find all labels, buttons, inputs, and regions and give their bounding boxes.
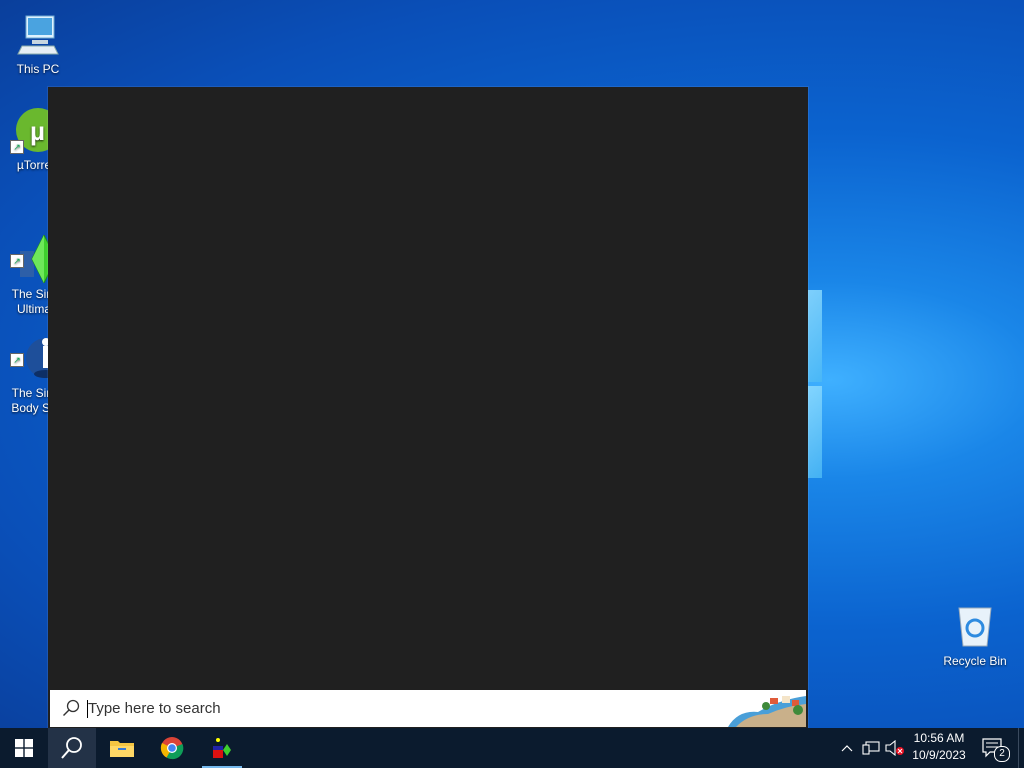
chevron-up-icon — [841, 745, 853, 752]
desktop-icon-label: Recycle Bin — [943, 654, 1007, 668]
search-icon — [61, 737, 82, 759]
shortcut-arrow-icon: ↗ — [10, 353, 24, 367]
taskbar-search-button[interactable] — [48, 728, 96, 768]
action-center-button[interactable]: 2 — [976, 728, 1010, 768]
taskbar-file-explorer[interactable] — [98, 728, 146, 768]
shortcut-arrow-icon: ↗ — [10, 140, 24, 154]
taskbar-clock[interactable]: 10:56 AM 10/9/2023 — [908, 730, 970, 766]
clock-date: 10/9/2023 — [912, 748, 966, 762]
notification-count-badge: 2 — [994, 746, 1010, 762]
search-input[interactable] — [88, 697, 688, 719]
folder-icon — [110, 741, 134, 757]
desktop-icon-label: This PC — [16, 62, 60, 76]
network-icon — [862, 741, 880, 755]
recycle-bin-icon — [951, 602, 999, 650]
desktop-icon-this-pc[interactable]: This PC — [0, 10, 76, 77]
volume-tray-button[interactable] — [884, 728, 906, 768]
network-tray-button[interactable] — [860, 728, 882, 768]
sims-app-icon — [213, 738, 231, 758]
show-desktop-button[interactable] — [1018, 728, 1024, 768]
search-icon — [62, 699, 80, 717]
search-box[interactable] — [50, 690, 806, 727]
desktop-icon-recycle-bin[interactable]: Recycle Bin — [937, 602, 1013, 669]
show-hidden-icons-button[interactable] — [838, 728, 856, 768]
volume-muted-icon — [885, 740, 904, 756]
chrome-icon — [160, 737, 184, 760]
svg-text:µ: µ — [30, 116, 45, 146]
search-flyout-panel — [48, 87, 808, 728]
computer-icon — [14, 10, 62, 58]
wallpaper-logo-upper — [808, 290, 822, 382]
taskbar: 10:56 AM 10/9/2023 2 — [0, 728, 1024, 768]
taskbar-sims-app[interactable] — [198, 728, 246, 768]
taskbar-chrome[interactable] — [148, 728, 196, 768]
start-button[interactable] — [0, 728, 48, 768]
search-highlight-illustration — [728, 690, 806, 727]
wallpaper-logo-lower — [808, 386, 822, 478]
windows-logo-icon — [15, 739, 33, 757]
clock-time: 10:56 AM — [913, 731, 965, 745]
shortcut-arrow-icon: ↗ — [10, 254, 24, 268]
